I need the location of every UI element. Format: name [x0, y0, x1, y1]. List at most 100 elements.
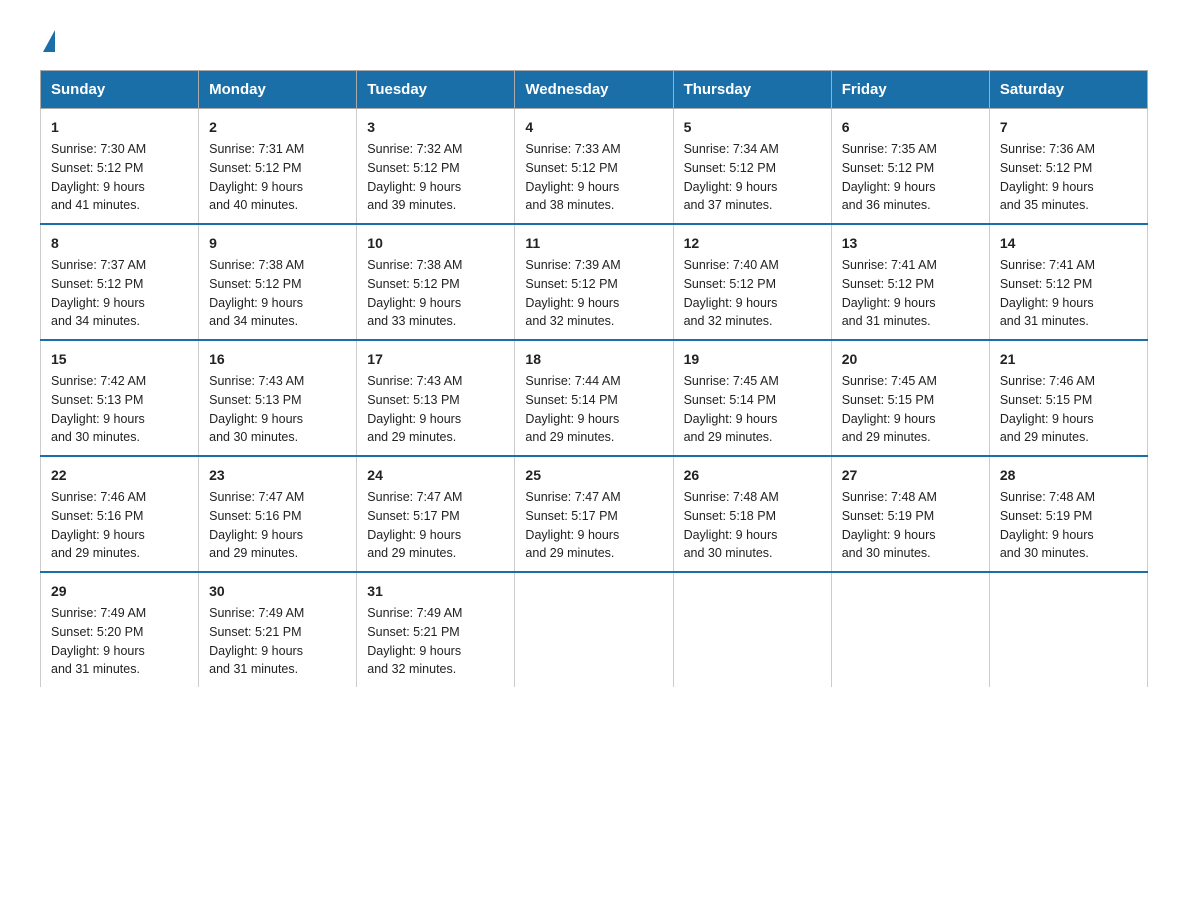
day-number: 16 — [209, 349, 346, 370]
day-number: 25 — [525, 465, 662, 486]
calendar-cell — [673, 572, 831, 687]
calendar-cell: 29 Sunrise: 7:49 AM Sunset: 5:20 PM Dayligh… — [41, 572, 199, 687]
sunset-label: Sunset: 5:17 PM — [525, 509, 617, 523]
calendar-cell: 17Sunrise: 7:43 AMSunset: 5:13 PMDayligh… — [357, 340, 515, 456]
sunrise-label: Sunrise: 7:48 AM — [842, 490, 937, 504]
calendar-cell: 11Sunrise: 7:39 AMSunset: 5:12 PMDayligh… — [515, 224, 673, 340]
daylight-minutes: and 40 minutes. — [209, 198, 298, 212]
calendar-cell: 10Sunrise: 7:38 AMSunset: 5:12 PMDayligh… — [357, 224, 515, 340]
sunrise-label: Sunrise: 7:36 AM — [1000, 142, 1095, 156]
daylight-label: Daylight: 9 hours — [209, 528, 303, 542]
daylight-label: Daylight: 9 hours — [1000, 528, 1094, 542]
daylight-minutes: and 31 minutes. — [51, 662, 140, 676]
daylight-minutes: and 30 minutes. — [209, 430, 298, 444]
daylight-minutes: and 31 minutes. — [209, 662, 298, 676]
sunset-label: Sunset: 5:14 PM — [684, 393, 776, 407]
sunrise-label: Sunrise: 7:41 AM — [842, 258, 937, 272]
header-friday: Friday — [831, 71, 989, 109]
daylight-label: Daylight: 9 hours — [842, 528, 936, 542]
calendar-body: 1Sunrise: 7:30 AMSunset: 5:12 PMDaylight… — [41, 109, 1148, 688]
day-number: 27 — [842, 465, 979, 486]
calendar-cell: 24Sunrise: 7:47 AMSunset: 5:17 PMDayligh… — [357, 456, 515, 572]
sunset-label: Sunset: 5:12 PM — [684, 277, 776, 291]
daylight-label: Daylight: 9 hours — [684, 180, 778, 194]
sunrise-label: Sunrise: 7:37 AM — [51, 258, 146, 272]
sunrise-label: Sunrise: 7:33 AM — [525, 142, 620, 156]
sunset-label: Sunset: 5:12 PM — [209, 161, 301, 175]
calendar-header-row: SundayMondayTuesdayWednesdayThursdayFrid… — [41, 71, 1148, 109]
sunset-label: Sunset: 5:17 PM — [367, 509, 459, 523]
daylight-minutes: and 38 minutes. — [525, 198, 614, 212]
day-number: 7 — [1000, 117, 1137, 138]
daylight-minutes: and 35 minutes. — [1000, 198, 1089, 212]
day-number: 1 — [51, 117, 188, 138]
week-row-1: 1Sunrise: 7:30 AMSunset: 5:12 PMDaylight… — [41, 109, 1148, 225]
calendar-cell: 23Sunrise: 7:47 AMSunset: 5:16 PMDayligh… — [199, 456, 357, 572]
sunrise-label: Sunrise: 7:39 AM — [525, 258, 620, 272]
daylight-minutes: and 31 minutes. — [1000, 314, 1089, 328]
sunset-label: Sunset: 5:13 PM — [51, 393, 143, 407]
daylight-label: Daylight: 9 hours — [684, 296, 778, 310]
daylight-minutes: and 29 minutes. — [367, 430, 456, 444]
header-wednesday: Wednesday — [515, 71, 673, 109]
sunrise-label: Sunrise: 7:47 AM — [367, 490, 462, 504]
daylight-minutes: and 37 minutes. — [684, 198, 773, 212]
daylight-label: Daylight: 9 hours — [367, 412, 461, 426]
sunset-label: Sunset: 5:16 PM — [209, 509, 301, 523]
sunset-label: Sunset: 5:21 PM — [209, 625, 301, 639]
daylight-label: Daylight: 9 hours — [842, 296, 936, 310]
day-number: 29 — [51, 581, 188, 602]
daylight-label: Daylight: 9 hours — [525, 412, 619, 426]
day-number: 8 — [51, 233, 188, 254]
calendar-cell: 26Sunrise: 7:48 AMSunset: 5:18 PMDayligh… — [673, 456, 831, 572]
day-number: 20 — [842, 349, 979, 370]
sunset-label: Sunset: 5:12 PM — [51, 277, 143, 291]
daylight-label: Daylight: 9 hours — [209, 180, 303, 194]
daylight-minutes: and 29 minutes. — [842, 430, 931, 444]
sunset-label: Sunset: 5:18 PM — [684, 509, 776, 523]
daylight-minutes: and 29 minutes. — [684, 430, 773, 444]
daylight-label: Daylight: 9 hours — [209, 296, 303, 310]
sunset-label: Sunset: 5:14 PM — [525, 393, 617, 407]
sunset-label: Sunset: 5:12 PM — [367, 161, 459, 175]
day-number: 22 — [51, 465, 188, 486]
week-row-2: 8 Sunrise: 7:37 AM Sunset: 5:12 PM Daylight… — [41, 224, 1148, 340]
calendar-cell: 25Sunrise: 7:47 AMSunset: 5:17 PMDayligh… — [515, 456, 673, 572]
calendar-cell — [831, 572, 989, 687]
calendar-cell: 28Sunrise: 7:48 AMSunset: 5:19 PMDayligh… — [989, 456, 1147, 572]
daylight-label: Daylight: 9 hours — [51, 644, 145, 658]
daylight-label: Daylight: 9 hours — [1000, 296, 1094, 310]
sunset-label: Sunset: 5:12 PM — [525, 161, 617, 175]
day-number: 3 — [367, 117, 504, 138]
calendar-cell: 15Sunrise: 7:42 AMSunset: 5:13 PMDayligh… — [41, 340, 199, 456]
logo-triangle-icon — [43, 30, 55, 52]
header-tuesday: Tuesday — [357, 71, 515, 109]
calendar-cell: 22Sunrise: 7:46 AMSunset: 5:16 PMDayligh… — [41, 456, 199, 572]
sunset-label: Sunset: 5:20 PM — [51, 625, 143, 639]
daylight-minutes: and 32 minutes. — [684, 314, 773, 328]
daylight-minutes: and 29 minutes. — [51, 546, 140, 560]
sunset-label: Sunset: 5:12 PM — [51, 161, 143, 175]
sunset-label: Sunset: 5:13 PM — [367, 393, 459, 407]
daylight-label: Daylight: 9 hours — [367, 296, 461, 310]
daylight-minutes: and 31 minutes. — [842, 314, 931, 328]
sunset-label: Sunset: 5:12 PM — [684, 161, 776, 175]
sunset-label: Sunset: 5:13 PM — [209, 393, 301, 407]
daylight-label: Daylight: 9 hours — [367, 528, 461, 542]
sunset-label: Sunset: 5:12 PM — [842, 277, 934, 291]
sunrise-label: Sunrise: 7:46 AM — [1000, 374, 1095, 388]
sunrise-label: Sunrise: 7:49 AM — [51, 606, 146, 620]
logo — [40, 30, 55, 50]
sunrise-label: Sunrise: 7:43 AM — [209, 374, 304, 388]
day-number: 28 — [1000, 465, 1137, 486]
sunrise-label: Sunrise: 7:49 AM — [209, 606, 304, 620]
daylight-label: Daylight: 9 hours — [209, 644, 303, 658]
calendar-cell: 30Sunrise: 7:49 AMSunset: 5:21 PMDayligh… — [199, 572, 357, 687]
daylight-label: Daylight: 9 hours — [51, 180, 145, 194]
daylight-label: Daylight: 9 hours — [842, 180, 936, 194]
daylight-minutes: and 30 minutes. — [51, 430, 140, 444]
header-monday: Monday — [199, 71, 357, 109]
calendar-cell: 13Sunrise: 7:41 AMSunset: 5:12 PMDayligh… — [831, 224, 989, 340]
header-sunday: Sunday — [41, 71, 199, 109]
daylight-label: Daylight: 9 hours — [684, 528, 778, 542]
